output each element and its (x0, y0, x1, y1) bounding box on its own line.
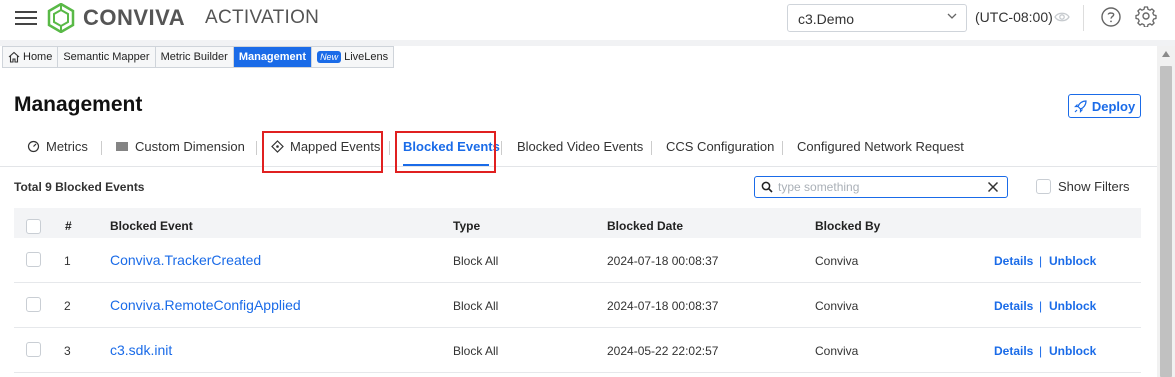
tab-ccs-configuration[interactable]: CCS Configuration (666, 139, 774, 154)
vertical-scrollbar[interactable] (1157, 46, 1175, 377)
event-type: Block All (453, 299, 499, 313)
breadcrumb-management[interactable]: Management (233, 47, 313, 67)
tab-metrics-label: Metrics (46, 139, 88, 154)
chevron-down-icon (947, 13, 957, 19)
details-link[interactable]: Details (994, 344, 1033, 358)
row-checkbox[interactable] (26, 297, 41, 312)
blocked-by: Conviva (815, 299, 859, 313)
tab-divider (782, 141, 783, 155)
details-link[interactable]: Details (994, 254, 1033, 268)
barcode-icon (116, 142, 128, 151)
search-input[interactable] (778, 179, 978, 195)
breadcrumb-livelens[interactable]: New LiveLens (312, 47, 393, 67)
tab-blocked-video-events[interactable]: Blocked Video Events (517, 139, 643, 154)
table-row: 1 Conviva.TrackerCreated Block All 2024-… (14, 238, 1141, 283)
tab-metrics[interactable]: Metrics (27, 139, 88, 154)
table-row: 3 c3.sdk.init Block All 2024-05-22 22:02… (14, 328, 1141, 373)
page-title: Management (14, 93, 143, 116)
search-box[interactable] (754, 176, 1008, 198)
brand-name: CONVIVA (83, 5, 186, 30)
eye-icon[interactable] (1054, 10, 1070, 24)
tab-divider (101, 141, 102, 155)
breadcrumb-home[interactable]: Home (3, 47, 59, 67)
blocked-event-link[interactable]: Conviva.RemoteConfigApplied (110, 297, 301, 313)
row-checkbox[interactable] (26, 252, 41, 267)
show-filters-toggle[interactable]: Show Filters (1036, 179, 1130, 194)
blocked-event-link[interactable]: Conviva.TrackerCreated (110, 252, 261, 268)
tab-divider (651, 141, 652, 155)
gauge-icon (27, 140, 40, 153)
unblock-link[interactable]: Unblock (1049, 299, 1096, 313)
rocket-icon (1073, 99, 1087, 113)
event-type: Block All (453, 254, 499, 268)
account-select[interactable]: c3.Demo (787, 4, 967, 32)
scroll-up-arrow-icon[interactable] (1161, 50, 1171, 58)
top-bar: CONVIVA ACTIVATION c3.Demo (UTC-08:00) (0, 0, 1175, 40)
tab-configured-network-request[interactable]: Configured Network Request (797, 139, 964, 154)
product-name: ACTIVATION (205, 7, 320, 28)
deploy-button-label: Deploy (1091, 98, 1136, 114)
select-all-checkbox[interactable] (26, 219, 41, 234)
column-header-number: # (65, 219, 72, 233)
deploy-button[interactable]: Deploy (1068, 94, 1141, 118)
tab-custom-dimension[interactable]: Custom Dimension (116, 139, 245, 154)
show-filters-label: Show Filters (1058, 179, 1130, 194)
blocked-date: 2024-05-22 22:02:57 (607, 344, 719, 358)
show-filters-checkbox[interactable] (1036, 179, 1051, 194)
row-number: 1 (64, 254, 71, 268)
tab-divider (501, 141, 502, 155)
management-tabs: Metrics Custom Dimension Mapped Events B… (0, 131, 1157, 167)
row-checkbox[interactable] (26, 342, 41, 357)
blocked-by: Conviva (815, 344, 859, 358)
unblock-link[interactable]: Unblock (1049, 344, 1096, 358)
timezone-label: (UTC-08:00) (975, 9, 1053, 25)
total-count-label: Total 9 Blocked Events (14, 180, 145, 194)
column-header-blocked-by[interactable]: Blocked By (815, 219, 880, 233)
new-badge: New (317, 51, 342, 63)
action-divider: | (1039, 254, 1043, 268)
tab-divider (256, 141, 257, 155)
row-number: 2 (64, 299, 71, 313)
tab-custom-dimension-label: Custom Dimension (135, 139, 245, 154)
column-header-blocked-date[interactable]: Blocked Date (607, 219, 683, 233)
table-header: # Blocked Event Type Blocked Date Blocke… (14, 208, 1141, 238)
breadcrumb-metric-builder[interactable]: Metric Builder (156, 47, 234, 67)
breadcrumb-semantic-mapper[interactable]: Semantic Mapper (58, 47, 156, 67)
breadcrumb: Home Semantic Mapper Metric Builder Mana… (2, 46, 395, 68)
row-number: 3 (64, 344, 71, 358)
breadcrumb-home-label: Home (23, 51, 53, 63)
table-row: 2 Conviva.RemoteConfigApplied Block All … (14, 283, 1141, 328)
column-header-blocked-event[interactable]: Blocked Event (110, 219, 193, 233)
action-divider: | (1039, 344, 1043, 358)
blocked-by: Conviva (815, 254, 859, 268)
blocked-date: 2024-07-18 00:08:37 (607, 299, 719, 313)
home-icon (8, 51, 20, 63)
highlight-box-mapped-events (262, 131, 383, 173)
help-icon[interactable] (1100, 6, 1122, 28)
highlight-box-blocked-events (395, 131, 496, 173)
search-icon (761, 181, 773, 193)
details-link[interactable]: Details (994, 299, 1033, 313)
action-divider: | (1039, 299, 1043, 313)
event-type: Block All (453, 344, 499, 358)
scrollbar-thumb[interactable] (1160, 66, 1172, 377)
hamburger-menu-icon[interactable] (15, 8, 37, 26)
conviva-logo-icon (47, 3, 75, 33)
clear-search-icon[interactable] (987, 181, 999, 193)
gear-icon[interactable] (1135, 5, 1157, 27)
header-divider (1083, 5, 1084, 31)
blocked-event-link[interactable]: c3.sdk.init (110, 342, 172, 358)
breadcrumb-livelens-label: LiveLens (344, 51, 389, 63)
account-select-value: c3.Demo (798, 11, 855, 27)
unblock-link[interactable]: Unblock (1049, 254, 1096, 268)
column-header-type[interactable]: Type (453, 219, 480, 233)
blocked-date: 2024-07-18 00:08:37 (607, 254, 719, 268)
tab-divider (389, 141, 390, 155)
